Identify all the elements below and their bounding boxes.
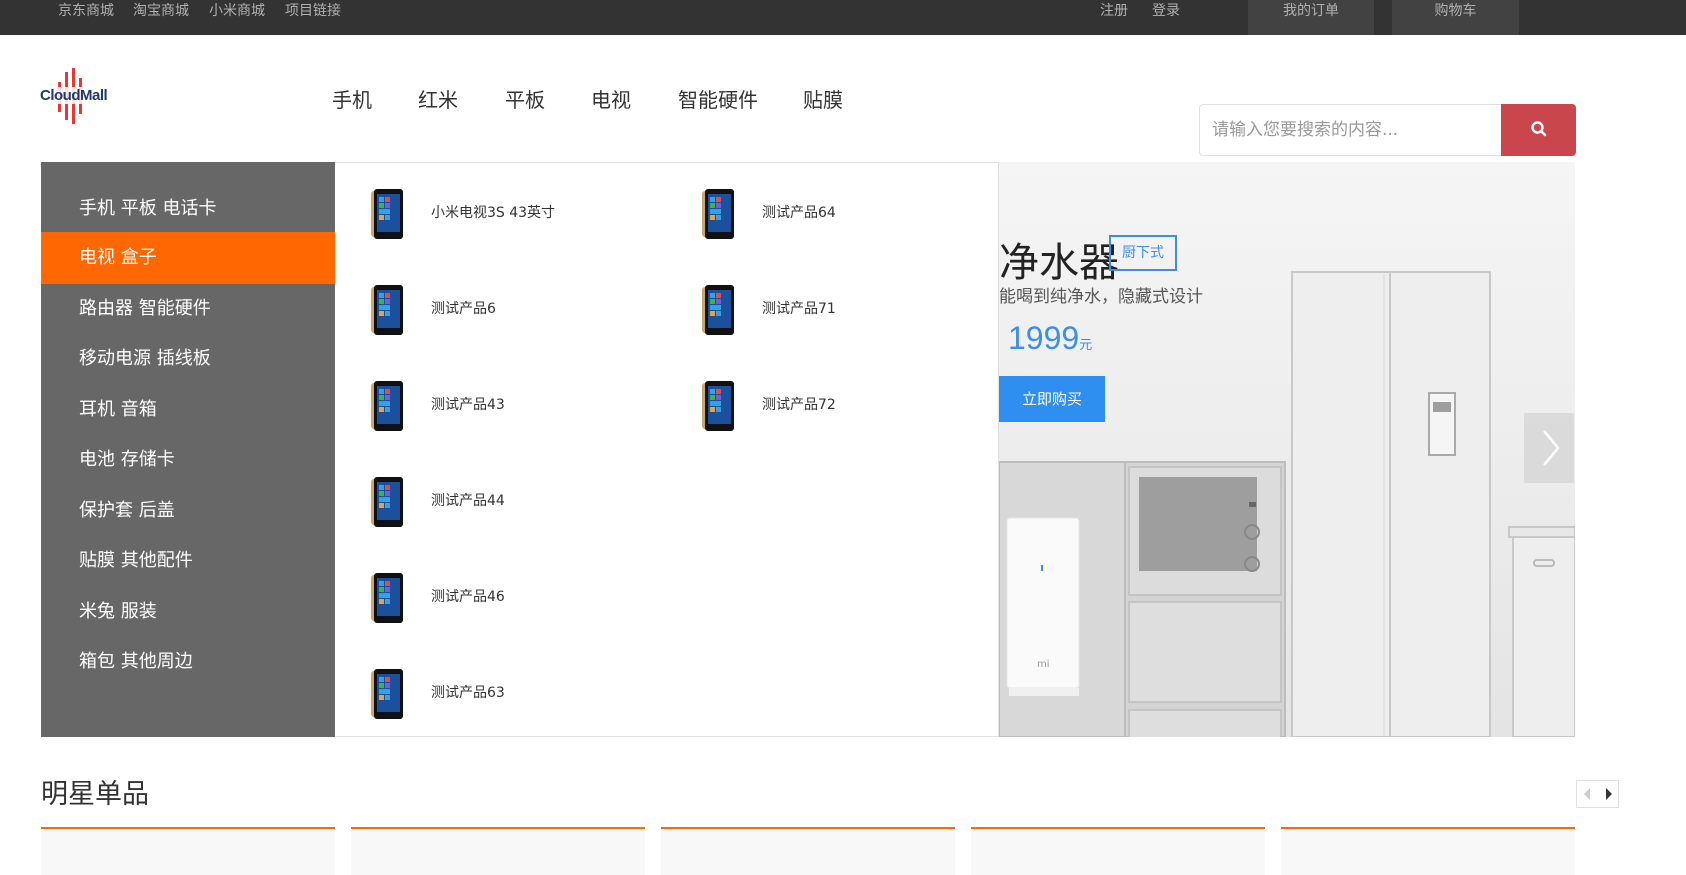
- category-item-router[interactable]: 路由器 智能硬件: [41, 283, 335, 335]
- tablet-thumbnail-icon: [702, 381, 734, 431]
- tablet-thumbnail-icon: [371, 573, 403, 623]
- search-icon: [1530, 120, 1546, 136]
- category-item-audio[interactable]: 耳机 音箱: [41, 384, 335, 436]
- dropdown-item[interactable]: 小米电视3S 43英寸: [371, 183, 671, 243]
- category-item-accessory[interactable]: 贴膜 其他配件: [41, 535, 335, 587]
- tablet-thumbnail-icon: [371, 189, 403, 239]
- search-button[interactable]: [1501, 104, 1576, 156]
- topbar-link-jd[interactable]: 京东商城: [58, 0, 114, 22]
- tablet-thumbnail-icon: [371, 669, 403, 719]
- chevron-right-icon: [1606, 788, 1612, 800]
- cart-button[interactable]: 购物车: [1392, 0, 1519, 35]
- dropdown-item[interactable]: 测试产品64: [702, 183, 982, 243]
- category-item-battery[interactable]: 电池 存储卡: [41, 434, 335, 486]
- dropdown-item-label: 测试产品43: [431, 397, 505, 413]
- banner-price-unit: 元: [1079, 337, 1093, 352]
- nav-item-tablet[interactable]: 平板: [505, 84, 545, 113]
- topbar-link-project[interactable]: 项目链接: [285, 0, 341, 22]
- topbar-link-mi[interactable]: 小米商城: [209, 0, 265, 22]
- chevron-left-icon: [1584, 788, 1590, 800]
- search-box: [1199, 104, 1576, 156]
- banner-subtitle: 能喝到纯净水，隐藏式设计: [999, 287, 1203, 307]
- search-input[interactable]: [1199, 104, 1501, 156]
- category-item-power[interactable]: 移动电源 插线板: [41, 333, 335, 385]
- banner-next-button[interactable]: [1524, 413, 1574, 483]
- banner-price: 1999元: [1008, 320, 1092, 357]
- nav-item-film[interactable]: 贴膜: [803, 84, 843, 113]
- pager-next-button[interactable]: [1598, 781, 1619, 807]
- dropdown-item[interactable]: 测试产品72: [702, 375, 982, 435]
- dropdown-item[interactable]: 测试产品44: [371, 471, 671, 531]
- category-sidebar: 手机 平板 电话卡 电视 盒子 路由器 智能硬件 移动电源 插线板 耳机 音箱 …: [41, 162, 335, 737]
- dropdown-item[interactable]: 测试产品63: [371, 663, 671, 723]
- dropdown-item-label: 测试产品71: [762, 301, 836, 317]
- dropdown-item-label: 测试产品72: [762, 397, 836, 413]
- login-link[interactable]: 登录: [1152, 0, 1180, 22]
- dropdown-item-label: 测试产品64: [762, 205, 836, 221]
- category-item-case[interactable]: 保护套 后盖: [41, 485, 335, 537]
- tablet-thumbnail-icon: [371, 477, 403, 527]
- pager-prev-button[interactable]: [1577, 781, 1598, 807]
- nav-item-redmi[interactable]: 红米: [418, 84, 458, 113]
- banner-title: 净水器: [999, 240, 1119, 286]
- tablet-thumbnail-icon: [371, 285, 403, 335]
- star-product-card[interactable]: [351, 827, 645, 875]
- star-pager: [1576, 780, 1619, 808]
- star-products-title: 明星单品: [41, 779, 149, 810]
- nav-item-phone[interactable]: 手机: [332, 84, 372, 113]
- dropdown-item[interactable]: 测试产品6: [371, 279, 671, 339]
- tablet-thumbnail-icon: [371, 381, 403, 431]
- logo-text: CloudMall: [40, 87, 108, 104]
- category-item-tv[interactable]: 电视 盒子: [41, 232, 335, 284]
- dropdown-item[interactable]: 测试产品71: [702, 279, 982, 339]
- top-bar: 京东商城 淘宝商城 小米商城 项目链接 注册 登录 我的订单 购物车: [0, 0, 1686, 35]
- buy-now-button[interactable]: 立即购买: [999, 376, 1105, 422]
- banner-price-value: 1999: [1008, 320, 1080, 356]
- nav-item-smart-hardware[interactable]: 智能硬件: [678, 84, 758, 113]
- dropdown-item-label: 小米电视3S 43英寸: [431, 205, 556, 221]
- star-product-card[interactable]: [661, 827, 955, 875]
- star-product-card[interactable]: [41, 827, 335, 875]
- category-item-clothing[interactable]: 米兔 服装: [41, 586, 335, 638]
- banner-tag: 厨下式: [1109, 235, 1177, 271]
- category-dropdown-panel: 小米电视3S 43英寸 测试产品6 测试产品43 测试产品44 测试产品46 测…: [335, 162, 999, 737]
- dropdown-item-label: 测试产品63: [431, 685, 505, 701]
- category-item-phone[interactable]: 手机 平板 电话卡: [41, 183, 335, 235]
- star-product-card[interactable]: [971, 827, 1265, 875]
- chevron-right-icon: [1543, 430, 1560, 466]
- dropdown-item[interactable]: 测试产品46: [371, 567, 671, 627]
- hero-banner[interactable]: mi 净水器 厨下式 能喝到纯净水，隐藏式设计 1999元 立即购买: [999, 162, 1575, 737]
- nav-item-tv[interactable]: 电视: [591, 84, 631, 113]
- dropdown-item-label: 测试产品6: [431, 301, 496, 317]
- dropdown-item[interactable]: 测试产品43: [371, 375, 671, 435]
- register-link[interactable]: 注册: [1100, 0, 1128, 22]
- logo[interactable]: CloudMall: [40, 68, 108, 126]
- category-item-bags[interactable]: 箱包 其他周边: [41, 636, 335, 688]
- tablet-thumbnail-icon: [702, 285, 734, 335]
- star-product-card[interactable]: [1281, 827, 1575, 875]
- my-orders-button[interactable]: 我的订单: [1248, 0, 1374, 35]
- purifier-mark: mi: [1037, 659, 1050, 670]
- tablet-thumbnail-icon: [702, 189, 734, 239]
- dropdown-item-label: 测试产品44: [431, 493, 505, 509]
- dropdown-item-label: 测试产品46: [431, 589, 505, 605]
- topbar-link-taobao[interactable]: 淘宝商城: [133, 0, 189, 22]
